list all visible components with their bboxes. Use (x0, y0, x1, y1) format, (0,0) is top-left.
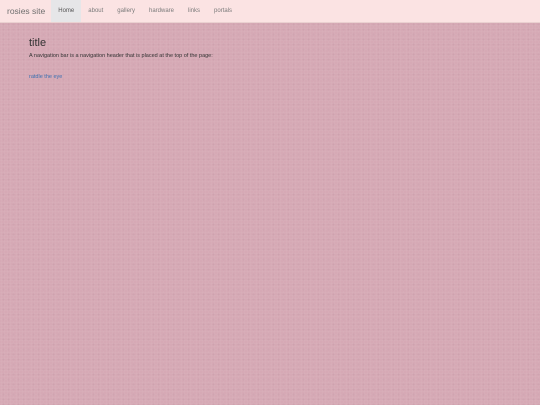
nav-menu: Home about gallery hardware links portal… (51, 0, 239, 22)
page-title: title (29, 37, 47, 49)
page-description: A navigation bar is a navigation header … (29, 53, 213, 59)
brand-link[interactable]: rosies site (0, 0, 51, 22)
nav-item-gallery[interactable]: gallery (110, 0, 142, 22)
nav-item-portals[interactable]: portals (207, 0, 239, 22)
main-content: title A navigation bar is a navigation h… (29, 37, 213, 83)
nav-item-hardware[interactable]: hardware (142, 0, 181, 22)
nav-item-about[interactable]: about (81, 0, 110, 22)
nav-item-home[interactable]: Home (51, 0, 82, 22)
navbar: rosies site Home about gallery hardware … (0, 0, 540, 23)
nav-item-links[interactable]: links (181, 0, 207, 22)
ratdle-link[interactable]: ratdle the eye (29, 74, 62, 80)
